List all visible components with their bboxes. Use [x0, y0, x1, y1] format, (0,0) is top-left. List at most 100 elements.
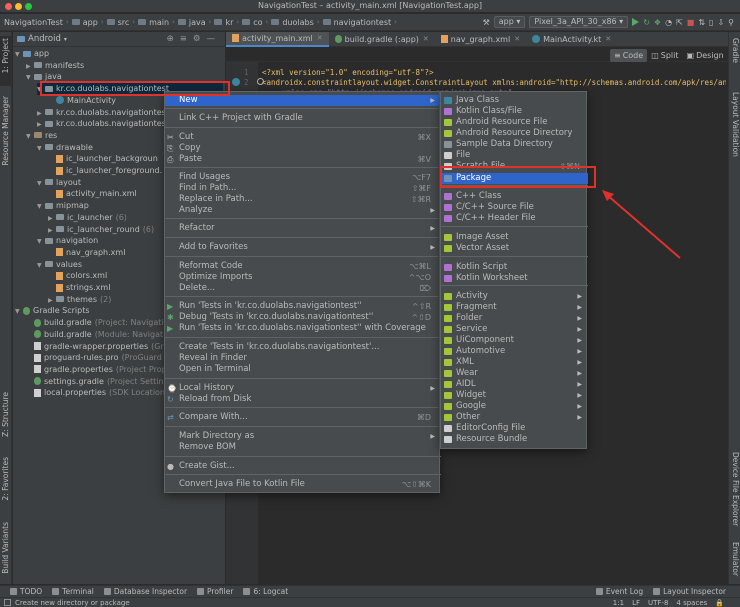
- submenu-item-wear[interactable]: Wear ▶: [441, 368, 588, 379]
- breadcrumb-item[interactable]: duolabs ›: [271, 18, 322, 27]
- chevron-down-icon[interactable]: ▼: [37, 260, 45, 272]
- menu-item-find-in-path[interactable]: Find in Path... ⇧⌘F: [165, 183, 441, 194]
- submenu-item-folder[interactable]: Folder ▶: [441, 313, 588, 324]
- menu-item-delete[interactable]: Delete... ⌦: [165, 283, 441, 294]
- submenu-item-kotlin-worksheet[interactable]: Kotlin Worksheet: [441, 273, 588, 284]
- view-selector[interactable]: Android: [28, 34, 61, 44]
- menu-item-new[interactable]: New ▶: [165, 95, 441, 106]
- line-separator[interactable]: LF: [632, 599, 640, 607]
- submenu-item-android-resource-directory[interactable]: Android Resource Directory: [441, 128, 588, 139]
- breadcrumb-item[interactable]: app ›: [71, 18, 107, 27]
- resource-manager-tool-button[interactable]: Resource Manager: [1, 96, 10, 166]
- split-mode-button[interactable]: ◫ Split: [647, 49, 682, 62]
- submenu-item-activity[interactable]: Activity ▶: [441, 291, 588, 302]
- menu-item-link-c-project-with-gradle[interactable]: Link C++ Project with Gradle: [165, 113, 441, 124]
- close-icon[interactable]: ✕: [317, 34, 323, 42]
- layout-inspector-tool-button[interactable]: Layout Inspector: [653, 587, 726, 596]
- menu-item-convert-java-file-to-kotlin-file[interactable]: Convert Java File to Kotlin File ⌥⇧⌘K: [165, 479, 441, 490]
- breadcrumb-item[interactable]: co ›: [242, 18, 271, 27]
- chevron-down-icon[interactable]: ▼: [26, 131, 34, 143]
- emulator-tool-button[interactable]: Emulator: [731, 542, 740, 576]
- run-button[interactable]: [632, 16, 640, 28]
- menu-item-create-gist[interactable]: ● Create Gist...: [165, 461, 441, 472]
- submenu-item-widget[interactable]: Widget ▶: [441, 390, 588, 401]
- submenu-item-editorconfig-file[interactable]: EditorConfig File: [441, 423, 588, 434]
- menu-item-create-tests-in-kr-co-duolabs-navigation[interactable]: Create 'Tests in 'kr.co.duolabs.navigati…: [165, 342, 441, 353]
- submenu-item-sample-data-directory[interactable]: Sample Data Directory: [441, 139, 588, 150]
- menu-item-add-to-favorites[interactable]: Add to Favorites ▶: [165, 242, 441, 253]
- menu-item-open-in-terminal[interactable]: Open in Terminal: [165, 364, 441, 375]
- breadcrumb-item[interactable]: src ›: [106, 18, 139, 27]
- chevron-down-icon[interactable]: ▼: [15, 49, 23, 61]
- breadcrumb-item[interactable]: kr ›: [214, 18, 242, 27]
- favorites-tool-button[interactable]: 2: Favorites: [1, 457, 10, 501]
- close-icon[interactable]: ✕: [605, 35, 611, 43]
- close-icon[interactable]: ✕: [514, 35, 520, 43]
- stop-button[interactable]: ■: [687, 16, 695, 28]
- hide-icon[interactable]: —: [207, 34, 222, 44]
- submenu-item-automotive[interactable]: Automotive ▶: [441, 346, 588, 357]
- submenu-item-kotlin-script[interactable]: Kotlin Script: [441, 262, 588, 273]
- file-encoding[interactable]: UTF-8: [648, 599, 668, 607]
- menu-item-run-tests-in-kr-co-duolabs-navigationtes[interactable]: ▶ Run 'Tests in 'kr.co.duolabs.navigation…: [165, 301, 441, 312]
- menu-item-mark-directory-as[interactable]: Mark Directory as ▶: [165, 431, 441, 442]
- code-mode-button[interactable]: ≡ Code: [610, 49, 648, 62]
- menu-item-optimize-imports[interactable]: Optimize Imports ^⌥O: [165, 272, 441, 283]
- submenu-item-service[interactable]: Service ▶: [441, 324, 588, 335]
- menu-item-copy[interactable]: ⎘ Copy: [165, 143, 441, 154]
- lock-icon[interactable]: 🔒: [715, 599, 724, 607]
- build-variants-tool-button[interactable]: Build Variants: [1, 522, 10, 574]
- layout-preview-icon[interactable]: [232, 78, 240, 86]
- run-config-dropdown[interactable]: app ▾: [493, 16, 526, 28]
- debug-button[interactable]: ❖: [654, 16, 661, 28]
- sdk-manager-button[interactable]: ⇩: [717, 16, 724, 28]
- profile-button[interactable]: ◔: [665, 16, 672, 28]
- collapse-icon[interactable]: ≡: [180, 34, 193, 44]
- sync-gradle-button[interactable]: ⇅: [698, 16, 705, 28]
- menu-item-cut[interactable]: ✂ Cut ⌘X: [165, 132, 441, 143]
- chevron-down-icon[interactable]: ▼: [37, 143, 45, 155]
- breadcrumb-item[interactable]: navigationtest ›: [322, 18, 400, 27]
- design-mode-button[interactable]: ▣ Design: [683, 49, 728, 62]
- chevron-down-icon[interactable]: ▼: [37, 178, 45, 190]
- breadcrumb-item[interactable]: NavigationTest ›: [4, 18, 72, 27]
- menu-item-replace-in-path[interactable]: Replace in Path... ⇧⌘R: [165, 194, 441, 205]
- todo-tool-button[interactable]: TODO: [10, 587, 42, 596]
- submenu-item-uicomponent[interactable]: UiComponent ▶: [441, 335, 588, 346]
- logcat-tool-button[interactable]: 6: Logcat: [243, 587, 288, 596]
- submenu-item-fragment[interactable]: Fragment ▶: [441, 302, 588, 313]
- close-icon[interactable]: ✕: [423, 35, 429, 43]
- tab-nav-graph[interactable]: nav_graph.xml ✕: [435, 32, 526, 47]
- submenu-item-c-c-source-file[interactable]: C/C++ Source File: [441, 202, 588, 213]
- menu-item-find-usages[interactable]: Find Usages ⌥F7: [165, 172, 441, 183]
- tree-item[interactable]: ▼ app: [15, 48, 223, 60]
- menu-item-run-tests-in-kr-co-duolabs-navigationtes[interactable]: ▶ Run 'Tests in 'kr.co.duolabs.navigation…: [165, 323, 441, 334]
- tree-item[interactable]: ▶ manifests: [26, 60, 223, 72]
- tab-activity-main[interactable]: activity_main.xml ✕: [226, 31, 329, 47]
- menu-item-compare-with[interactable]: ⇄ Compare With... ⌘D: [165, 412, 441, 423]
- hammer-icon[interactable]: ⚒: [483, 16, 490, 28]
- menu-item-reformat-code[interactable]: Reformat Code ⌥⌘L: [165, 261, 441, 272]
- locate-icon[interactable]: ⊕: [167, 34, 180, 44]
- submenu-item-c-c-header-file[interactable]: C/C++ Header File: [441, 213, 588, 224]
- terminal-tool-button[interactable]: Terminal: [52, 587, 94, 596]
- menu-item-local-history[interactable]: ⌚ Local History ▶: [165, 383, 441, 394]
- gear-icon[interactable]: ⚙: [193, 34, 207, 44]
- database-tool-button[interactable]: Database Inspector: [103, 587, 187, 596]
- profiler-tool-button[interactable]: Profiler: [197, 587, 233, 596]
- search-icon[interactable]: ⚲: [728, 16, 734, 28]
- event-log-tool-button[interactable]: Event Log: [595, 587, 643, 596]
- toggle-tool-windows-icon[interactable]: [4, 599, 11, 606]
- tab-build-gradle[interactable]: build.gradle (:app) ✕: [329, 32, 435, 47]
- chevron-down-icon[interactable]: ▾: [64, 36, 67, 43]
- project-tool-button[interactable]: 1: Project: [1, 38, 10, 73]
- structure-tool-button[interactable]: Z: Structure: [1, 392, 10, 437]
- menu-item-refactor[interactable]: Refactor ▶: [165, 223, 441, 234]
- chevron-down-icon[interactable]: ▼: [26, 72, 34, 84]
- submenu-item-xml[interactable]: XML ▶: [441, 357, 588, 368]
- submenu-item-google[interactable]: Google ▶: [441, 401, 588, 412]
- gradle-tool-button[interactable]: Gradle: [731, 38, 740, 63]
- device-dropdown[interactable]: Pixel_3a_API_30_x86 ▾: [529, 16, 629, 28]
- submenu-item-image-asset[interactable]: Image Asset: [441, 232, 588, 243]
- submenu-item-file[interactable]: File: [441, 150, 588, 161]
